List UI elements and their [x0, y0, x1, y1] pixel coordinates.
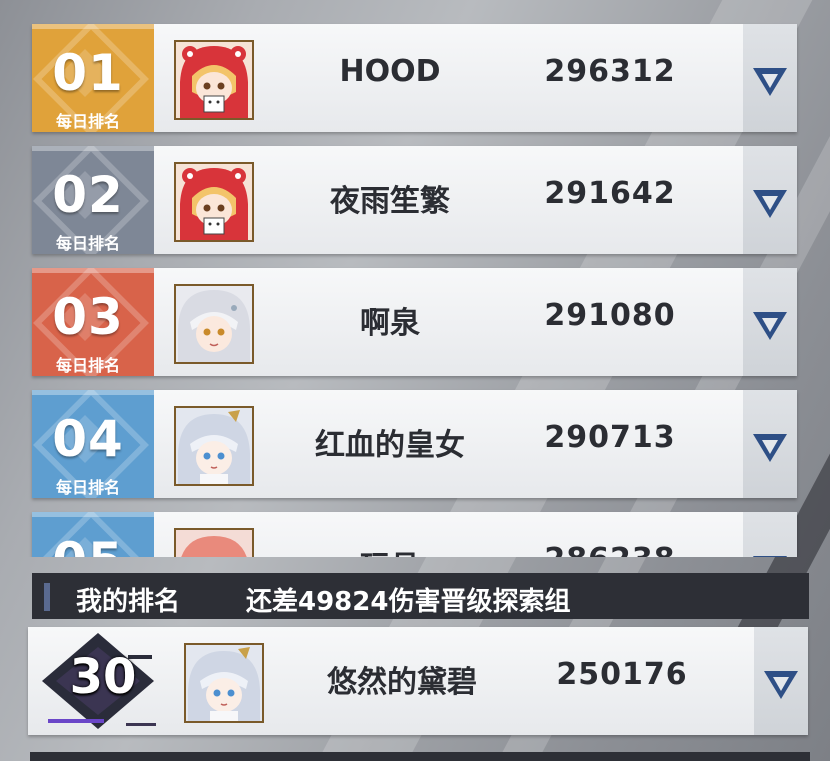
chevron-down-triangle-icon: [753, 190, 787, 218]
avatar[interactable]: [174, 162, 254, 242]
rank-number: 02: [52, 166, 124, 224]
rank-number: 03: [52, 288, 124, 346]
expand-button[interactable]: [743, 390, 797, 498]
expand-button[interactable]: [743, 512, 797, 557]
avatar[interactable]: [174, 40, 254, 120]
avatar[interactable]: [174, 528, 254, 557]
leaderboard-row[interactable]: 01 每日排名 HOOD 296312: [32, 24, 797, 132]
player-name: 啊泉: [360, 306, 420, 341]
my-rank-row[interactable]: 30 悠然的黛碧 250176: [28, 627, 808, 735]
my-rank-number: 30: [69, 649, 137, 705]
player-score: 291642: [544, 176, 676, 211]
rank-label: 每日排名: [55, 478, 120, 497]
my-rank-title: 我的排名: [76, 587, 181, 617]
player-name: HOOD: [339, 54, 441, 89]
rank-number: 04: [52, 410, 124, 468]
player-name: 红血的皇女: [315, 428, 465, 463]
avatar[interactable]: [174, 406, 254, 486]
leaderboard-row[interactable]: 02 每日排名 夜雨笙繁 291642: [32, 146, 797, 254]
expand-button[interactable]: [743, 146, 797, 254]
expand-button[interactable]: [754, 627, 808, 735]
rank-badge: 03 每日排名: [32, 268, 154, 376]
rank-number: 05: [32, 532, 144, 557]
rank-number: 01: [52, 44, 124, 102]
leaderboard-row[interactable]: 05 玩具 286238: [32, 512, 797, 557]
chevron-down-triangle-icon: [753, 68, 787, 96]
player-name: 玩具: [290, 542, 490, 557]
leaderboard-row[interactable]: 03 每日排名 啊泉 291080: [32, 268, 797, 376]
chevron-down-triangle-icon: [753, 312, 787, 340]
expand-button[interactable]: [743, 268, 797, 376]
bottom-edge: [30, 752, 810, 761]
chevron-down-triangle-icon: [753, 556, 787, 557]
rank-label: 每日排名: [55, 234, 120, 253]
avatar[interactable]: [184, 643, 264, 723]
player-score: 291080: [544, 298, 676, 333]
player-name: 夜雨笙繁: [330, 184, 450, 219]
rank-label: 每日排名: [55, 112, 120, 131]
player-score: 286238: [510, 542, 710, 557]
avatar[interactable]: [174, 284, 254, 364]
my-player-score: 250176: [556, 657, 688, 692]
rank-badge: 05: [32, 512, 154, 557]
leaderboard-list[interactable]: 01 每日排名 HOOD 296312 02 每日排名 夜雨笙繁 291642 …: [0, 0, 830, 557]
player-score: 296312: [544, 54, 676, 89]
leaderboard-row[interactable]: 04 每日排名 红血的皇女 290713: [32, 390, 797, 498]
expand-button[interactable]: [743, 24, 797, 132]
rank-badge: 04 每日排名: [32, 390, 154, 498]
chevron-down-triangle-icon: [753, 434, 787, 462]
header-accent-bar: [44, 583, 50, 611]
promotion-gap-note: 还差49824伤害晋级探索组: [246, 587, 571, 617]
rank-badge: 01 每日排名: [32, 24, 154, 132]
chevron-down-triangle-icon: [764, 671, 798, 699]
rank-badge: 02 每日排名: [32, 146, 154, 254]
rank-label: 每日排名: [55, 356, 120, 375]
my-player-name: 悠然的黛碧: [327, 665, 477, 700]
my-rank-header: 我的排名 还差49824伤害晋级探索组: [32, 573, 809, 619]
player-score: 290713: [544, 420, 676, 455]
